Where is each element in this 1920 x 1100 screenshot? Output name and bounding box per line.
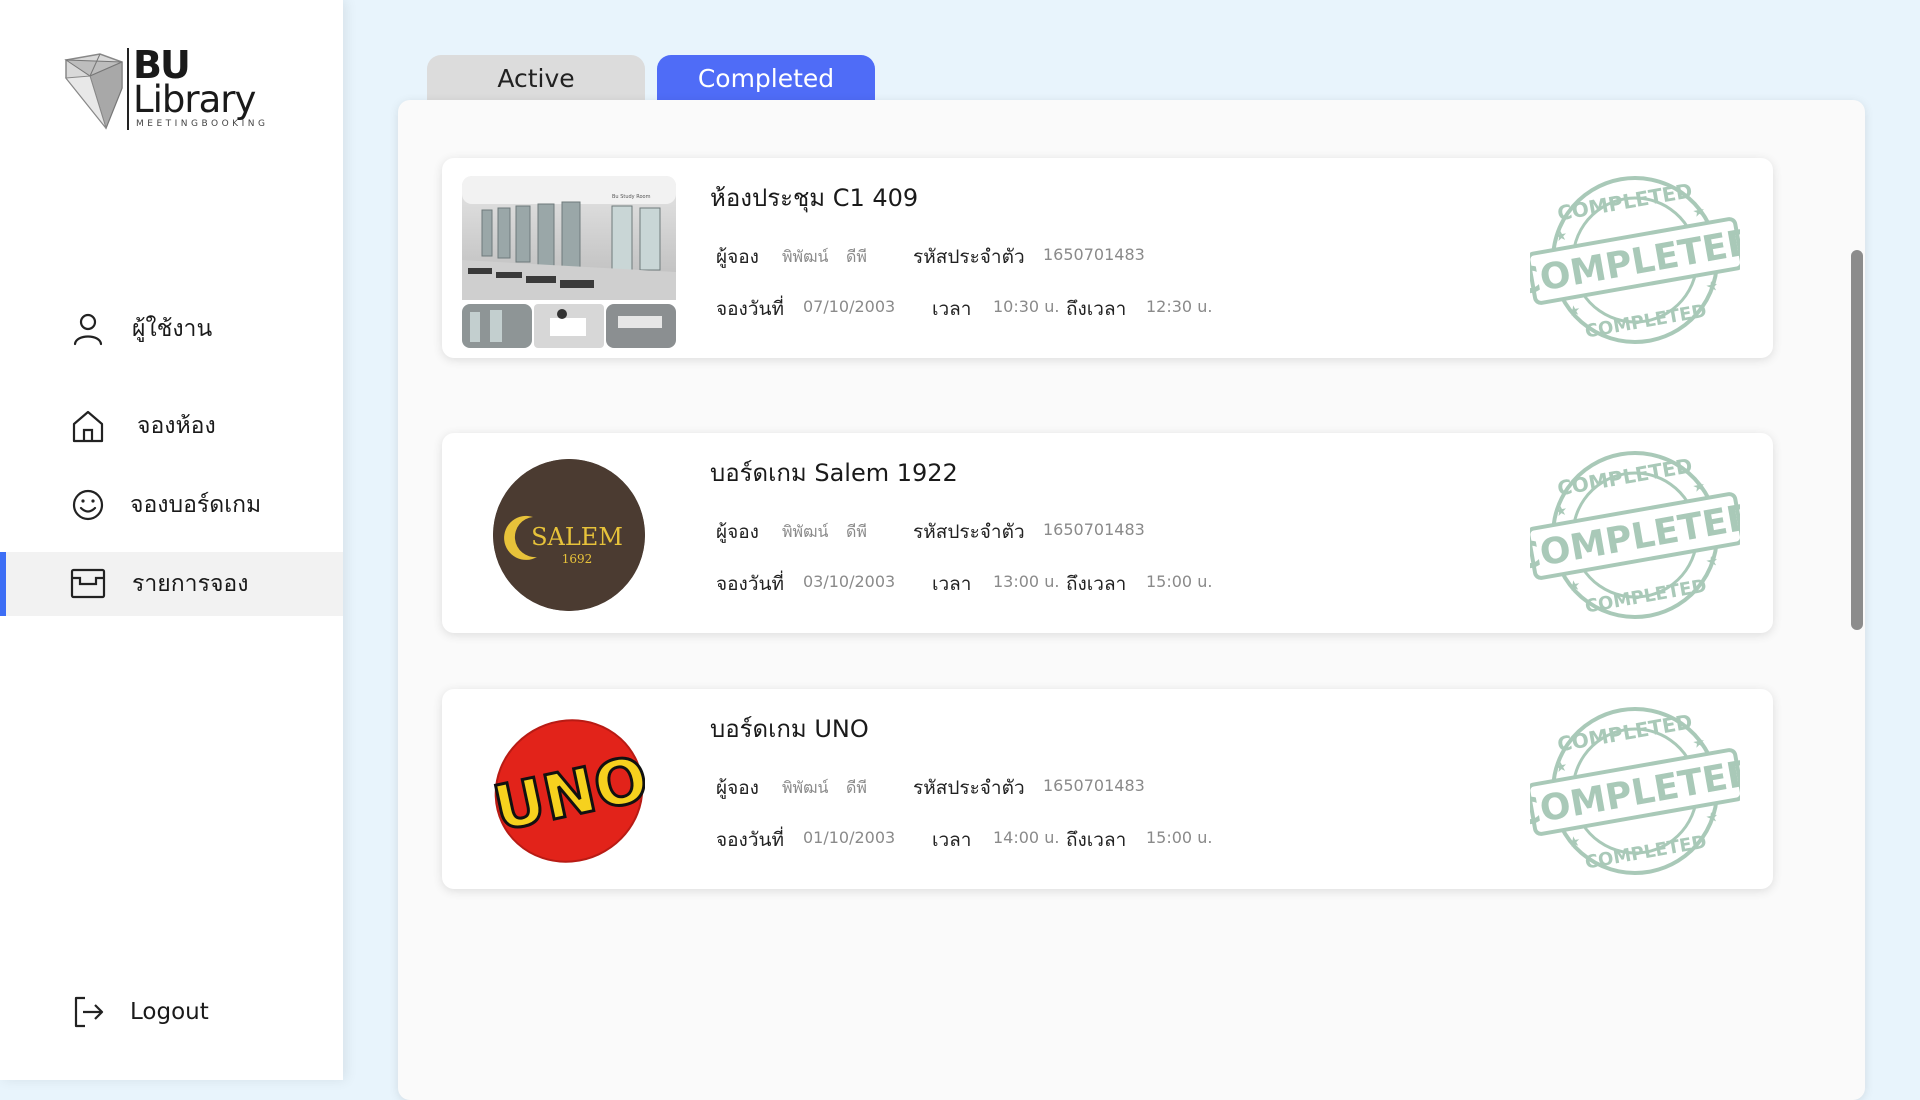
logout-button[interactable]: Logout: [0, 980, 343, 1044]
time-value: 14:00 u.: [993, 828, 1060, 847]
completed-stamp-icon: COMPLETED COMPLETED COMPLETED ★ ★ ★ ★: [1530, 707, 1740, 875]
booking-title: บอร์ดเกม UNO: [710, 709, 869, 748]
booking-title-name: Salem 1922: [814, 459, 958, 487]
logo-tagline: MEETINGBOOKING: [136, 119, 269, 129]
booking-card[interactable]: Bu Study Room ห้องประชุม C1 409 ผู้จอง พ…: [442, 158, 1773, 358]
to-time-value: 15:00 u.: [1146, 572, 1213, 591]
uno-game-logo: UNO: [493, 715, 645, 867]
stamp-bottom-text: COMPLETED: [1584, 301, 1709, 343]
logout-icon: [70, 994, 106, 1030]
student-id-value: 1650701483: [1043, 245, 1145, 264]
booking-card[interactable]: SALEM 1692 บอร์ดเกม Salem 1922 ผู้จอง พิ…: [442, 433, 1773, 633]
svg-text:★: ★: [1705, 553, 1720, 571]
svg-text:★: ★: [1567, 577, 1582, 595]
sidebar-item-label: จองบอร์ดเกม: [130, 492, 262, 518]
booker-last-name: ดีพี: [846, 522, 867, 541]
stamp-top-text: COMPLETED: [1555, 709, 1694, 756]
diamond-logo-icon: [64, 53, 123, 130]
to-time-label: ถึงเวลา: [1066, 573, 1127, 595]
booker-label: ผู้จอง: [716, 777, 759, 799]
date-label: จองวันที่: [716, 298, 785, 320]
tab-completed[interactable]: Completed: [657, 55, 875, 101]
smile-icon: [70, 487, 106, 523]
svg-text:★: ★: [1553, 503, 1568, 521]
sidebar-item-book-boardgame[interactable]: จองบอร์ดเกม: [0, 473, 343, 537]
svg-text:★: ★: [1567, 302, 1582, 320]
time-value: 13:00 u.: [993, 572, 1060, 591]
svg-text:★: ★: [1705, 809, 1720, 827]
booking-title-name: C1 409: [832, 184, 919, 212]
student-id-label: รหัสประจำตัว: [913, 246, 1025, 268]
svg-text:★: ★: [1705, 278, 1720, 296]
svg-text:★: ★: [1567, 833, 1582, 851]
user-icon: [70, 311, 106, 347]
booker-last-name: ดีพี: [846, 778, 867, 797]
booking-title-prefix: ห้องประชุม: [710, 184, 826, 212]
salem-logo-year: 1692: [562, 552, 593, 566]
sidebar-item-users[interactable]: ผู้ใช้งาน: [0, 297, 343, 361]
sidebar-item-label: จองห้อง: [137, 413, 216, 439]
svg-text:★: ★: [1553, 759, 1568, 777]
svg-text:★: ★: [1691, 734, 1706, 752]
booking-title-prefix: บอร์ดเกม: [710, 715, 807, 743]
svg-text:★: ★: [1553, 228, 1568, 246]
booker-last-name: ดีพี: [846, 247, 867, 266]
booker-first-name: พิพัฒน์: [782, 522, 829, 541]
time-label: เวลา: [932, 829, 972, 851]
to-time-label: ถึงเวลา: [1066, 298, 1127, 320]
bu-library-logo[interactable]: BU Library MEETINGBOOKING: [60, 44, 300, 144]
stamp-bottom-text: COMPLETED: [1584, 576, 1709, 618]
svg-text:★: ★: [1691, 478, 1706, 496]
meeting-room-photo: Bu Study Room: [462, 176, 676, 348]
sidebar-item-label: ผู้ใช้งาน: [132, 316, 213, 342]
home-icon: [70, 408, 106, 444]
sidebar: BU Library MEETINGBOOKING ผู้ใช้งาน จองห…: [0, 0, 343, 1080]
salem-logo-text: SALEM: [531, 523, 623, 551]
time-label: เวลา: [932, 298, 972, 320]
to-time-value: 12:30 u.: [1146, 297, 1213, 316]
completed-stamp-icon: COMPLETED COMPLETED COMPLETED ★ ★ ★ ★: [1530, 451, 1740, 619]
date-value: 03/10/2003: [803, 572, 896, 591]
logout-label: Logout: [130, 999, 209, 1025]
sidebar-item-book-room[interactable]: จองห้อง: [0, 394, 343, 458]
student-id-label: รหัสประจำตัว: [913, 521, 1025, 543]
date-label: จองวันที่: [716, 573, 785, 595]
booking-title: บอร์ดเกม Salem 1922: [710, 453, 958, 492]
tab-active[interactable]: Active: [427, 55, 645, 101]
date-label: จองวันที่: [716, 829, 785, 851]
booker-first-name: พิพัฒน์: [782, 247, 829, 266]
booking-title-name: UNO: [814, 715, 869, 743]
booker-first-name: พิพัฒน์: [782, 778, 829, 797]
scrollbar-thumb[interactable]: [1851, 250, 1863, 630]
svg-text:Bu Study Room: Bu Study Room: [612, 194, 651, 200]
date-value: 01/10/2003: [803, 828, 896, 847]
to-time-label: ถึงเวลา: [1066, 829, 1127, 851]
student-id-label: รหัสประจำตัว: [913, 777, 1025, 799]
time-label: เวลา: [932, 573, 972, 595]
stamp-bottom-text: COMPLETED: [1584, 832, 1709, 874]
date-value: 07/10/2003: [803, 297, 896, 316]
student-id-value: 1650701483: [1043, 776, 1145, 795]
completed-stamp-icon: COMPLETED COMPLETED COMPLETED ★ ★ ★ ★: [1530, 176, 1740, 344]
to-time-value: 15:00 u.: [1146, 828, 1213, 847]
booker-label: ผู้จอง: [716, 246, 759, 268]
sidebar-item-bookings[interactable]: รายการจอง: [0, 552, 343, 616]
booking-card[interactable]: UNO บอร์ดเกม UNO ผู้จอง พิพัฒน์ ดีพี รหั…: [442, 689, 1773, 889]
salem-game-logo: SALEM 1692: [493, 459, 645, 611]
sidebar-item-label: รายการจอง: [132, 571, 249, 597]
booker-label: ผู้จอง: [716, 521, 759, 543]
logo-divider: [127, 48, 129, 130]
stamp-top-text: COMPLETED: [1555, 178, 1694, 225]
booking-title-prefix: บอร์ดเกม: [710, 459, 807, 487]
logo-library-text: Library: [133, 78, 256, 121]
booking-title: ห้องประชุม C1 409: [710, 178, 918, 217]
student-id-value: 1650701483: [1043, 520, 1145, 539]
svg-text:★: ★: [1691, 203, 1706, 221]
stamp-top-text: COMPLETED: [1555, 453, 1694, 500]
time-value: 10:30 u.: [993, 297, 1060, 316]
booking-list-icon: [70, 566, 106, 602]
